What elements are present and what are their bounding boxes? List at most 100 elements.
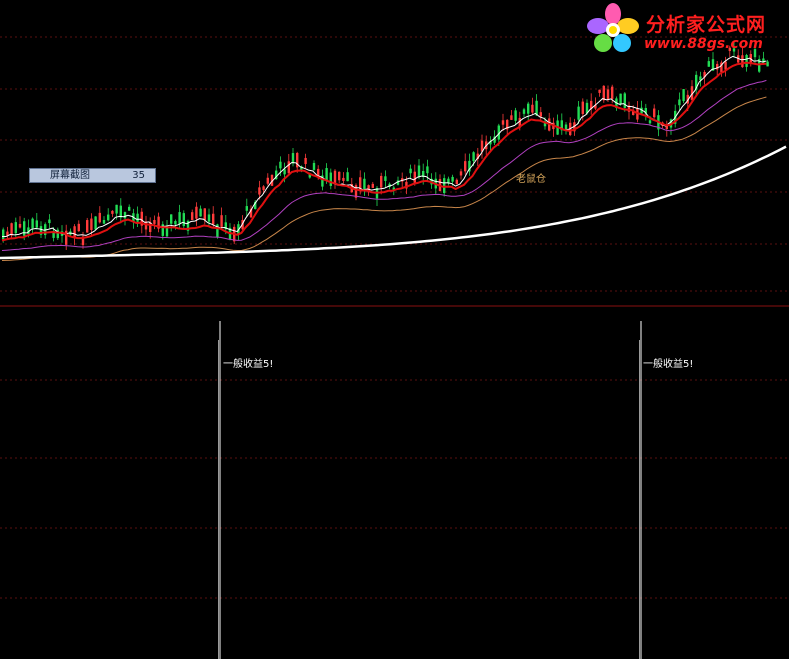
candle-body [581, 101, 584, 114]
candle-body [384, 176, 387, 181]
candle-body [678, 99, 681, 106]
candle-body [153, 220, 156, 224]
candle-body [371, 183, 374, 188]
candle-body [262, 186, 265, 190]
candle-body [291, 153, 295, 164]
candle-body [653, 108, 656, 118]
candle-body [283, 169, 286, 175]
candle-body [31, 218, 34, 229]
candle-body [472, 152, 475, 162]
signal-label-1: 一般收益5! [223, 359, 274, 370]
candle-body [10, 223, 13, 236]
candle-body [648, 120, 652, 124]
candle-body [174, 221, 177, 225]
candle-body [417, 165, 421, 177]
candle-body [602, 85, 605, 101]
candle-body [2, 229, 5, 240]
candle-body [451, 176, 454, 182]
candle-body [342, 177, 345, 181]
candle-body [527, 103, 530, 114]
candle-body [119, 205, 122, 218]
candle-body [287, 161, 290, 174]
candle-body [266, 177, 269, 184]
candle-body [182, 213, 185, 227]
candle-body [212, 213, 215, 225]
candle-body [531, 104, 534, 113]
candle-body [220, 215, 223, 227]
candle-body [23, 221, 26, 236]
candle-body [522, 109, 526, 114]
candle-body [766, 61, 769, 67]
candle-body [514, 110, 517, 121]
ma-line-magenta [1, 79, 767, 251]
candle-body [317, 168, 320, 176]
candle-body [115, 204, 118, 214]
candle-body [98, 212, 101, 223]
candle-body [611, 86, 614, 99]
candle-body [90, 218, 93, 231]
candle-body [73, 226, 76, 238]
candle-body [455, 179, 458, 185]
candle-body [577, 106, 580, 120]
candle-body [102, 219, 106, 224]
candle-body [598, 89, 601, 93]
annotation-mouse-warehouse: 老鼠仓 [516, 174, 546, 185]
logo-url-text: www.88gs.com [644, 36, 763, 52]
candle-body [510, 115, 513, 120]
candle-body [170, 214, 173, 224]
candle-body [6, 231, 9, 236]
candle-body [178, 212, 181, 224]
candle-body [564, 124, 568, 130]
candle-body [279, 161, 282, 169]
candle-body [35, 220, 38, 228]
candle-body [539, 112, 542, 117]
candle-body [346, 172, 349, 182]
candle-body [107, 214, 110, 221]
candle-body [413, 171, 416, 184]
candle-body [338, 171, 341, 181]
candle-body [443, 178, 446, 194]
candle-body [312, 162, 316, 170]
logo-brand-text: 分析家公式网 [646, 14, 767, 36]
candle-body [333, 170, 337, 184]
candle-body [195, 206, 198, 219]
candle-body [501, 120, 505, 125]
candle-body [94, 216, 97, 230]
candle-body [304, 157, 307, 165]
tooltip-label: 屏幕截图 [50, 170, 90, 181]
candle-body [464, 161, 467, 172]
candle-body [707, 61, 710, 67]
candle-body [86, 220, 89, 233]
candle-body [111, 210, 114, 214]
candle-body [409, 168, 412, 174]
long-ma-line [0, 145, 787, 260]
candle-body [682, 89, 685, 102]
candle-body [459, 171, 463, 176]
candle-body [191, 212, 194, 220]
candle-body [123, 212, 127, 219]
candle-body [745, 55, 748, 67]
candle-body [203, 208, 206, 221]
candle-body [741, 55, 744, 68]
candle-body [619, 93, 622, 105]
candle-body [128, 206, 131, 211]
site-logo: 分析家公式网 www.88gs.com [586, 2, 786, 56]
candle-body [207, 214, 211, 222]
flower-icon [587, 3, 639, 52]
candle-body [606, 89, 610, 100]
candle-body [380, 175, 383, 188]
candle-body [325, 168, 328, 181]
candle-body [258, 187, 261, 195]
candle-body [14, 222, 17, 234]
tooltip-value: 35 [132, 170, 145, 181]
candle-body [623, 93, 626, 108]
screenshot-tooltip: 屏幕截图 35 [29, 168, 156, 183]
candle-body [724, 61, 727, 70]
candle-body [199, 208, 202, 217]
candle-body [77, 223, 80, 232]
candle-body [18, 223, 22, 228]
candle-body [245, 206, 248, 211]
candle-body [426, 166, 429, 174]
candle-body [329, 172, 332, 186]
candle-body [136, 213, 139, 222]
